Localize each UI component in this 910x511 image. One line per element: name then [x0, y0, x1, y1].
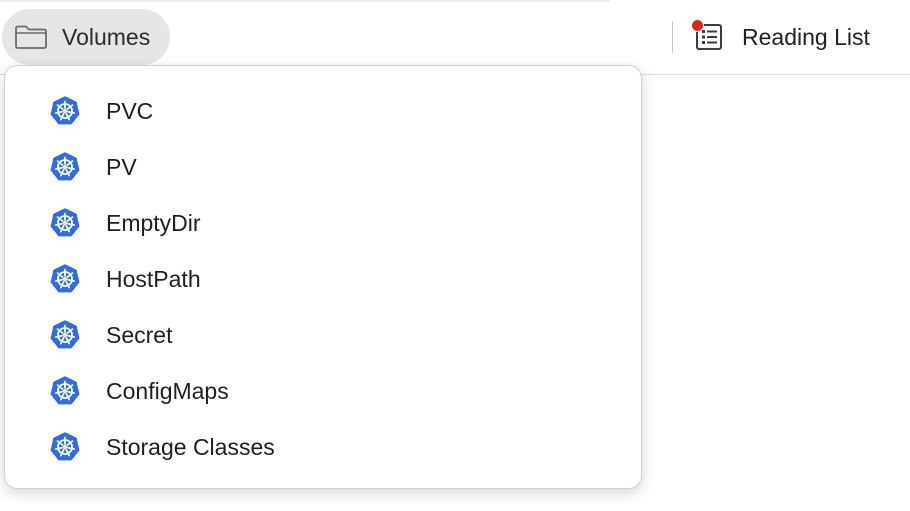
menu-item-hostpath[interactable]: HostPath	[5, 251, 641, 307]
toolbar-divider	[0, 0, 610, 2]
menu-item-secret[interactable]: Secret	[5, 307, 641, 363]
folder-label: Volumes	[62, 23, 151, 50]
folder-icon	[14, 24, 48, 50]
reading-list-icon	[691, 19, 724, 52]
menu-item-label: Storage Classes	[106, 433, 275, 460]
kubernetes-icon	[50, 152, 80, 182]
kubernetes-icon	[50, 208, 80, 238]
menu-item-configmaps[interactable]: ConfigMaps	[5, 363, 641, 419]
menu-item-label: EmptyDir	[106, 209, 201, 236]
reading-list-button[interactable]: Reading List	[688, 12, 882, 62]
notification-dot	[691, 19, 704, 32]
kubernetes-icon	[50, 264, 80, 294]
menu-item-label: PVC	[106, 97, 154, 124]
menu-item-label: Secret	[106, 321, 173, 348]
menu-item-label: PV	[106, 153, 137, 180]
kubernetes-icon	[50, 432, 80, 462]
menu-item-pvc[interactable]: PVC	[5, 83, 641, 139]
menu-item-label: HostPath	[106, 265, 201, 292]
bookmarks-bar: Volumes Reading List	[0, 0, 910, 75]
menu-item-label: ConfigMaps	[106, 377, 229, 404]
volumes-dropdown-menu: PVC PV EmptyDir HostPath Secret ConfigMa…	[4, 65, 642, 489]
menu-item-storage-classes[interactable]: Storage Classes	[5, 419, 641, 475]
kubernetes-icon	[50, 320, 80, 350]
kubernetes-icon	[50, 96, 80, 126]
bookmark-separator	[672, 21, 673, 53]
menu-item-pv[interactable]: PV	[5, 139, 641, 195]
menu-item-emptydir[interactable]: EmptyDir	[5, 195, 641, 251]
volumes-folder-button[interactable]: Volumes	[2, 9, 170, 65]
reading-list-label: Reading List	[742, 23, 870, 50]
kubernetes-icon	[50, 376, 80, 406]
